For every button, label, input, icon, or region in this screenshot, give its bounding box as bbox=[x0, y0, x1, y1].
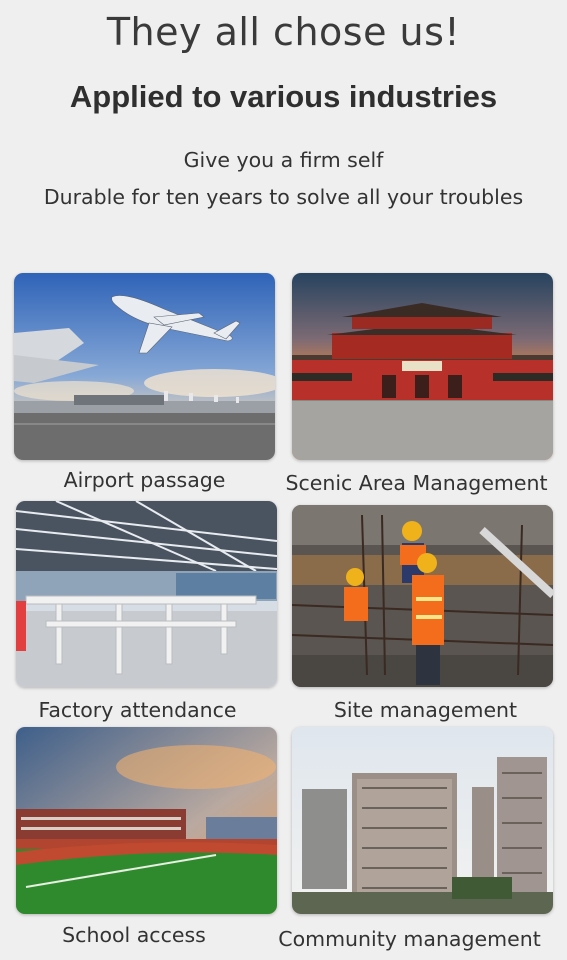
card-label: Factory attendance bbox=[38, 698, 237, 722]
card-label: Airport passage bbox=[63, 468, 226, 492]
school-image bbox=[16, 727, 277, 914]
card-label: Community management bbox=[278, 927, 541, 951]
card-label: Site management bbox=[333, 698, 518, 722]
card-label: School access bbox=[62, 923, 206, 947]
community-image bbox=[292, 727, 553, 914]
construction-site-image bbox=[292, 505, 553, 687]
airport-image bbox=[14, 273, 275, 460]
tagline-line-1: Give you a firm self bbox=[183, 148, 384, 172]
scenic-area-image bbox=[292, 273, 553, 460]
section-subtitle: Applied to various industries bbox=[69, 79, 498, 114]
tagline-line-2: Durable for ten years to solve all your … bbox=[43, 185, 524, 209]
factory-image bbox=[16, 501, 277, 687]
page-title: They all chose us! bbox=[106, 10, 461, 54]
card-label: Scenic Area Management bbox=[285, 471, 548, 495]
